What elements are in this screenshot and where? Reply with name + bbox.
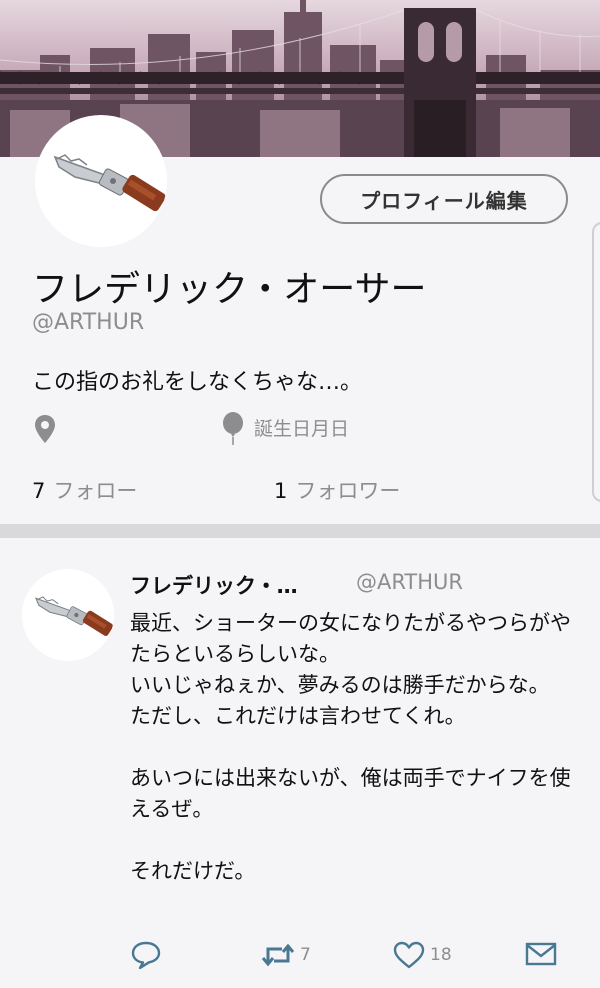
tweet-author-handle: @ARTHUR [356,570,464,594]
edit-profile-button[interactable]: プロフィール編集 [320,174,568,224]
tweet-text: 最近、ショーターの女になりたがるやつらがやたらといるらしいな。 いいじゃねぇか、… [130,611,571,883]
profile-avatar[interactable] [35,115,167,247]
profile-handle: @ARTHUR [32,310,145,335]
tweet-avatar[interactable] [22,569,114,661]
section-divider [0,524,600,538]
knife-icon [35,596,114,636]
retweet-icon [261,943,295,967]
location-pin-icon [35,415,55,443]
reply-button[interactable] [130,940,162,970]
following-link[interactable]: 7 フォロー [32,475,137,505]
heart-icon [393,941,425,969]
followers-count: 1 [274,479,288,503]
followers-link[interactable]: 1 フォロワー [274,475,400,505]
reply-bubble-icon [131,941,161,970]
profile-birthday: 誕生日月日 [254,418,350,440]
retweet-count: 7 [300,945,311,965]
like-count: 18 [430,945,452,965]
message-button[interactable] [524,940,558,968]
followers-label: フォロワー [295,479,401,503]
profile-name: フレデリック・オーサー [32,269,427,310]
profile-bio: この指のお礼をしなくちゃな…。 [32,370,363,395]
balloon-icon [223,412,243,445]
knife-icon [53,154,166,212]
following-label: フォロー [53,479,138,503]
retweet-button[interactable]: 7 [260,940,311,970]
side-panel-edge [592,222,600,502]
envelope-icon [525,942,557,966]
like-button[interactable]: 18 [392,940,452,970]
tweet-author-name[interactable]: フレデリック・… [130,570,298,600]
following-count: 7 [32,479,46,503]
